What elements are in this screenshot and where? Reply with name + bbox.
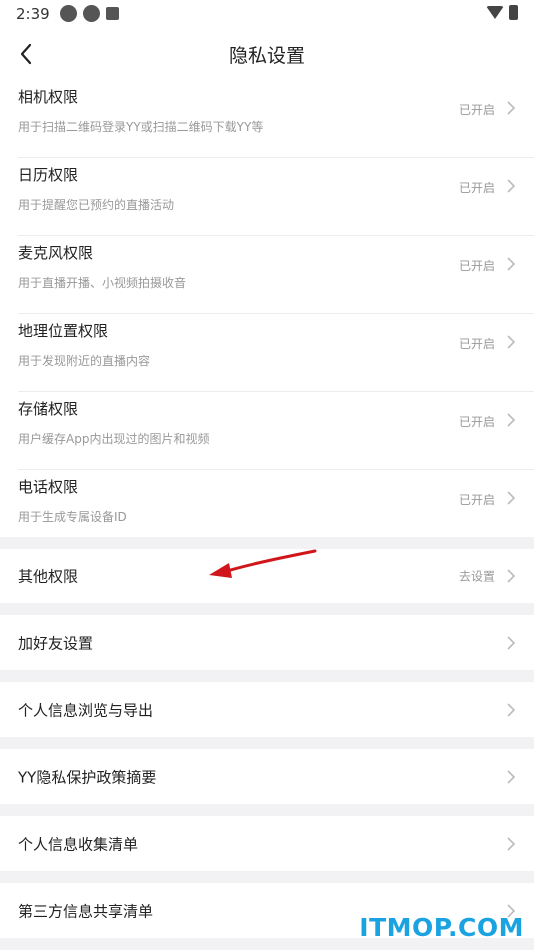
wifi-icon [486, 6, 504, 19]
permission-row-location[interactable]: 地理位置权限 用于发现附近的直播内容 已开启 [0, 314, 534, 392]
permission-title: 电话权限 [18, 478, 79, 496]
permission-row-microphone[interactable]: 麦克风权限 用于直播开播、小视频拍摄收音 已开启 [0, 236, 534, 314]
permission-row-calendar[interactable]: 日历权限 用于提醒您已预约的直播活动 已开启 [0, 158, 534, 236]
nav-bar: 隐私设置 [0, 28, 534, 80]
privacy-policy-summary-row[interactable]: YY隐私保护政策摘要 [0, 749, 534, 804]
status-time: 2:39 [16, 5, 50, 23]
annotation-arrow-icon [209, 549, 317, 578]
personal-info-export-row[interactable]: 个人信息浏览与导出 [0, 682, 534, 737]
permission-desc: 用户缓存App内出现过的图片和视频 [18, 432, 210, 446]
menu-item-label: 加好友设置 [18, 634, 94, 652]
watermark: ITMOP.COM [359, 913, 524, 942]
app-notification-icon [60, 5, 77, 22]
chevron-right-icon [507, 179, 516, 193]
chevron-right-icon [507, 836, 516, 851]
permission-title: 日历权限 [18, 166, 79, 184]
menu-item-label: 个人信息浏览与导出 [18, 701, 154, 719]
chevron-right-icon [507, 101, 516, 115]
menu-group-personal-info: 个人信息浏览与导出 [0, 682, 534, 737]
add-friend-settings-row[interactable]: 加好友设置 [0, 615, 534, 670]
permission-desc: 用于扫描二维码登录YY或扫描二维码下载YY等 [18, 120, 264, 134]
permission-desc: 用于直播开播、小视频拍摄收音 [18, 276, 187, 290]
chevron-right-icon [507, 257, 516, 271]
permission-row-phone[interactable]: 电话权限 用于生成专属设备ID 已开启 [0, 470, 534, 548]
permission-desc: 用于提醒您已预约的直播活动 [18, 198, 175, 212]
permission-status: 已开启 [458, 103, 495, 117]
text-notification-icon [106, 7, 119, 20]
permission-status: 已开启 [458, 493, 495, 507]
permission-title: 相机权限 [18, 88, 79, 106]
chevron-right-icon [507, 335, 516, 349]
permission-row-storage[interactable]: 存储权限 用户缓存App内出现过的图片和视频 已开启 [0, 392, 534, 470]
info-collection-list-row[interactable]: 个人信息收集清单 [0, 816, 534, 871]
permission-row-camera[interactable]: 相机权限 用于扫描二维码登录YY或扫描二维码下载YY等 已开启 [0, 80, 534, 158]
permission-status: 已开启 [458, 259, 495, 273]
menu-group-info-collection: 个人信息收集清单 [0, 816, 534, 871]
system-icons [486, 5, 518, 20]
status-bar: 2:39 [0, 0, 534, 28]
permission-status: 已开启 [458, 337, 495, 351]
chevron-right-icon [507, 569, 516, 583]
chevron-right-icon [507, 635, 516, 650]
permission-status: 已开启 [458, 181, 495, 195]
menu-group-privacy-policy: YY隐私保护政策摘要 [0, 749, 534, 804]
menu-item-label: 第三方信息共享清单 [18, 902, 154, 920]
menu-item-label: 个人信息收集清单 [18, 835, 139, 853]
permission-title: 地理位置权限 [18, 322, 109, 340]
battery-icon [509, 5, 518, 20]
permission-list: 相机权限 用于扫描二维码登录YY或扫描二维码下载YY等 已开启 日历权限 用于提… [0, 80, 534, 537]
other-permissions-title: 其他权限 [18, 567, 79, 586]
permission-desc: 用于发现附近的直播内容 [18, 354, 151, 368]
permission-title: 麦克风权限 [18, 244, 94, 262]
app-notification-icon [83, 5, 100, 22]
chevron-right-icon [507, 413, 516, 427]
permission-title: 存储权限 [18, 400, 79, 418]
notification-icons [60, 5, 119, 22]
permission-status: 已开启 [458, 415, 495, 429]
other-permissions-status: 去设置 [458, 569, 495, 584]
menu-item-label: YY隐私保护政策摘要 [18, 768, 157, 786]
menu-group-add-friend: 加好友设置 [0, 615, 534, 670]
permission-desc: 用于生成专属设备ID [18, 510, 127, 524]
chevron-right-icon [507, 702, 516, 717]
chevron-right-icon [507, 491, 516, 505]
chevron-right-icon [507, 769, 516, 784]
page-title: 隐私设置 [228, 45, 305, 67]
